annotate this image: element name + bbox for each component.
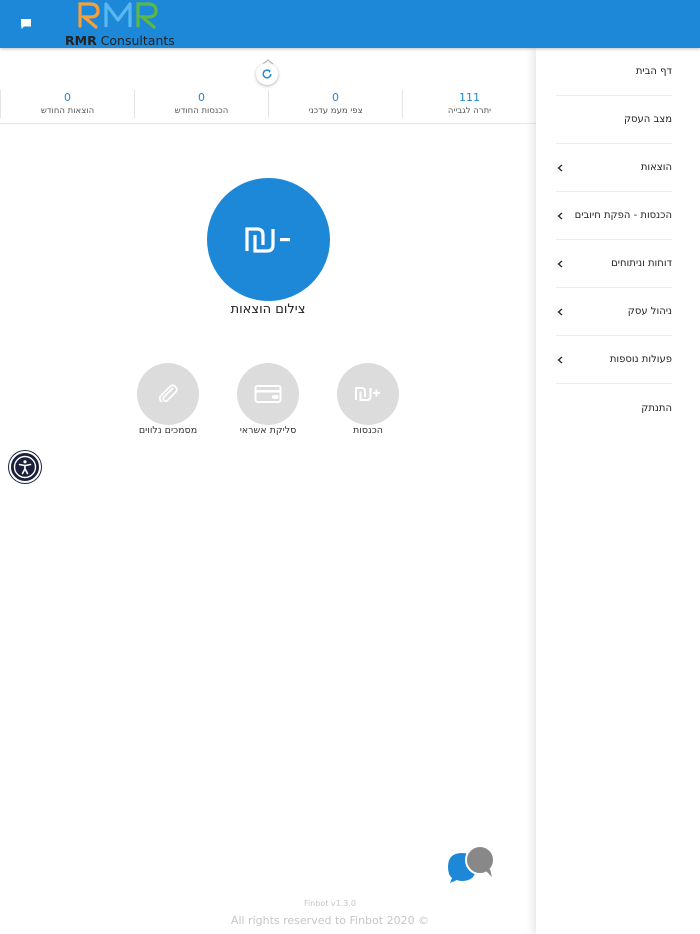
chevron-left-icon [556, 164, 564, 172]
chevron-left-icon [556, 308, 564, 316]
collapse-caret-button[interactable] [260, 52, 276, 65]
stat-month-expenses[interactable]: 0 הוצאות החודש [0, 90, 134, 118]
message-icon [21, 19, 31, 29]
stat-value: 0 [64, 91, 71, 104]
credit-clearing-button[interactable] [237, 363, 299, 425]
sidebar-menu: דף הבית מצב העסק הוצאות הכנסות - הפקת חי… [536, 48, 700, 934]
shekel-plus-icon [355, 387, 380, 401]
sidebar-item-income-billing[interactable]: הכנסות - הפקת חיובים [556, 192, 672, 240]
stat-balance-due[interactable]: 111 יתרה לגבייה [402, 90, 536, 118]
income-label: הכנסות [352, 425, 384, 436]
credit-card-icon [254, 385, 282, 403]
top-bar: RMR Consultants [0, 0, 700, 48]
copyright-text: All rights reserved to Finbot 2020 © [230, 914, 430, 927]
stat-value: 0 [198, 91, 205, 104]
sidebar-item-label: הוצאות [640, 162, 672, 173]
refresh-button[interactable] [256, 63, 278, 85]
sidebar-item-business-status[interactable]: מצב העסק [556, 96, 672, 144]
sidebar-item-label: ניהול עסק [627, 306, 672, 317]
logo-letters [76, 0, 162, 34]
refresh-icon [262, 69, 272, 79]
paperclip-icon [158, 384, 178, 403]
stat-month-income[interactable]: 0 הכנסות החודש [134, 90, 268, 118]
stat-label: צפי מעמ עדכני [308, 106, 363, 116]
sidebar-item-label: הכנסות - הפקת חיובים [574, 210, 672, 221]
sidebar-item-expenses[interactable]: הוצאות [556, 144, 672, 192]
shekel-minus-icon [244, 226, 290, 253]
company-logo[interactable]: RMR Consultants [64, 0, 184, 48]
sidebar-item-label: דף הבית [635, 66, 672, 77]
logo-brand-text: RMR Consultants [65, 33, 175, 48]
live-chat-button[interactable] [446, 845, 498, 885]
capture-expenses-button[interactable] [207, 178, 330, 301]
stat-label: הוצאות החודש [40, 106, 95, 116]
sidebar-item-home[interactable]: דף הבית [556, 48, 672, 96]
accessibility-button[interactable] [9, 451, 41, 483]
chevron-left-icon [556, 260, 564, 268]
accessibility-icon [13, 455, 37, 479]
stat-label: הכנסות החודש [174, 106, 229, 116]
sidebar-item-label: דוחות וניתוחים [611, 258, 672, 269]
app-version: Finbot v1.3.0 [303, 899, 357, 908]
stat-value: 111 [459, 91, 480, 104]
sidebar-item-label: מצב העסק [623, 114, 672, 125]
credit-clearing-label: סליקת אשראי [239, 425, 297, 436]
sidebar-item-business-management[interactable]: ניהול עסק [556, 288, 672, 336]
related-documents-button[interactable] [137, 363, 199, 425]
sidebar-item-logout[interactable]: התנתק [556, 384, 672, 432]
chevron-left-icon [556, 212, 564, 220]
capture-expenses-label: צילום הוצאות [230, 302, 306, 317]
chat-bubbles-icon [448, 845, 495, 883]
income-button[interactable] [337, 363, 399, 425]
stat-value: 0 [332, 91, 339, 104]
stat-vat-forecast[interactable]: 0 צפי מעמ עדכני [268, 90, 402, 118]
sidebar-item-more-actions[interactable]: פעולות נוספות [556, 336, 672, 384]
related-documents-label: מסמכים נלווים [138, 425, 198, 436]
sidebar-item-label: התנתק [641, 402, 672, 414]
summary-stats: 111 יתרה לגבייה 0 צפי מעמ עדכני 0 הכנסות… [0, 90, 536, 124]
chevron-left-icon [556, 356, 564, 364]
stat-label: יתרה לגבייה [447, 106, 492, 116]
sidebar-item-reports[interactable]: דוחות וניתוחים [556, 240, 672, 288]
sidebar-item-label: פעולות נוספות [609, 354, 672, 365]
message-button[interactable] [17, 15, 35, 33]
